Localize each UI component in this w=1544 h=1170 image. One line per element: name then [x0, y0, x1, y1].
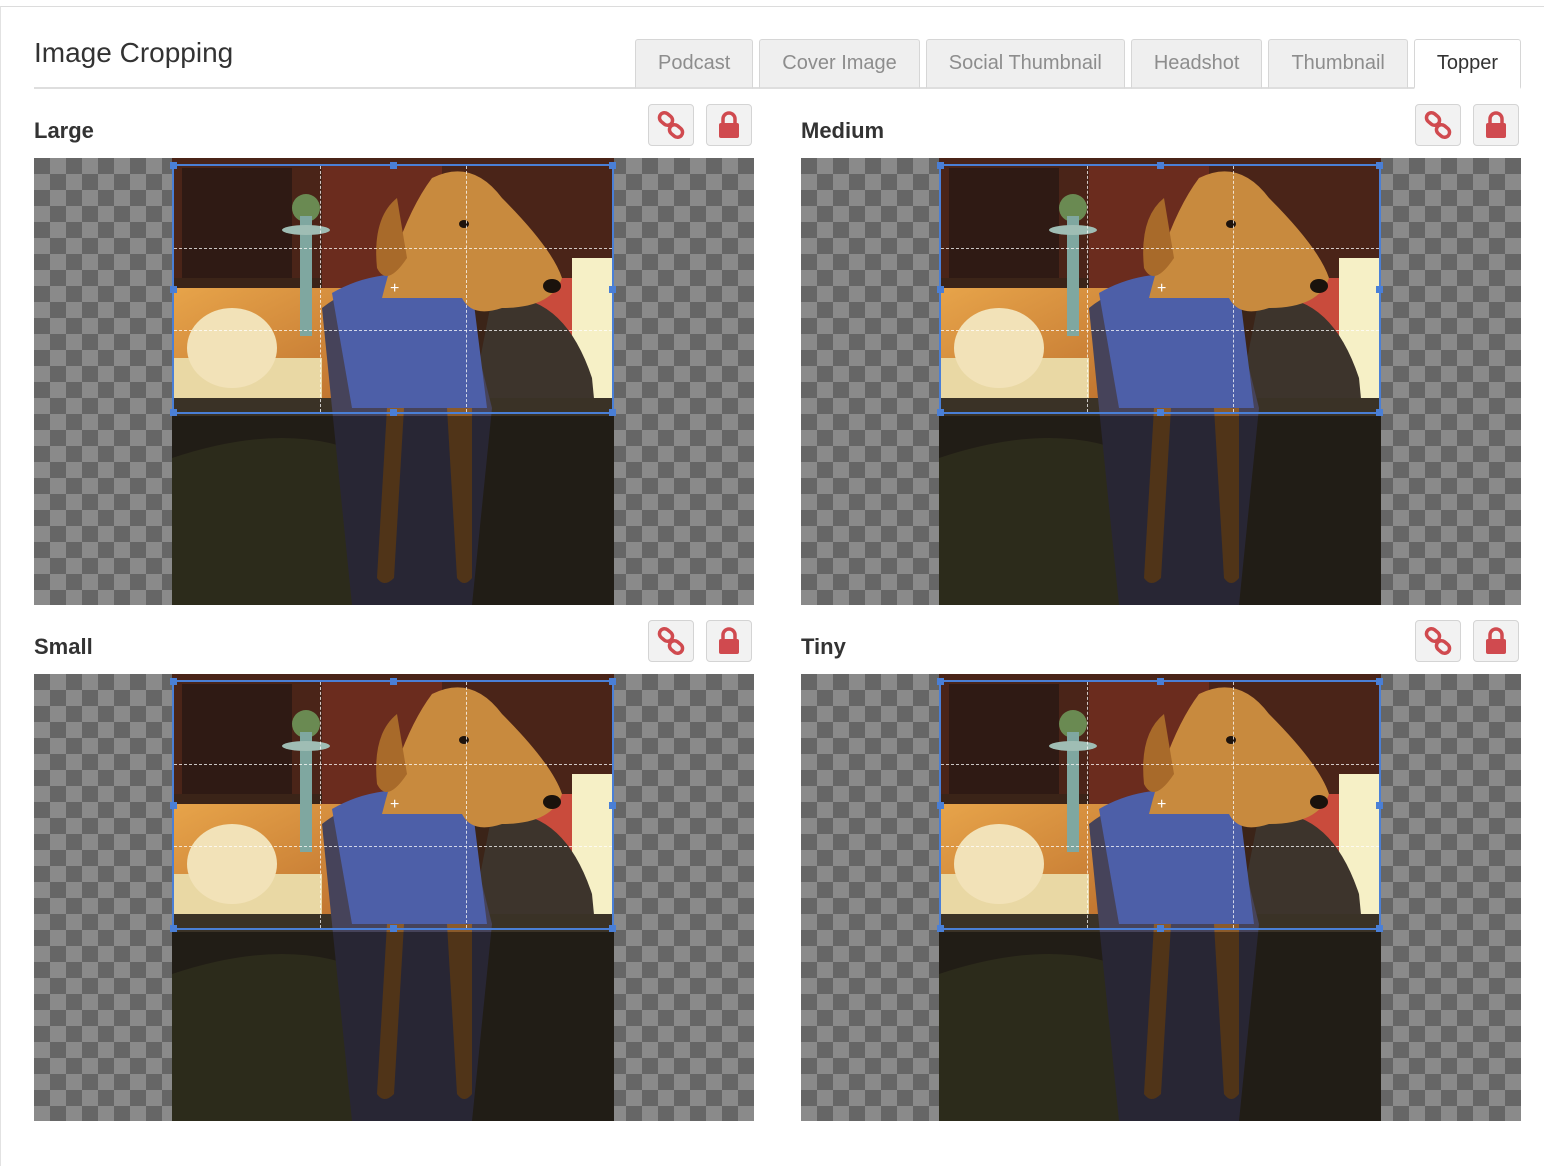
cropper-large: Large +: [34, 104, 754, 624]
crop-center-marker: +: [1157, 280, 1167, 297]
crop-center-marker: +: [390, 796, 400, 813]
crop-guide-line: [320, 682, 321, 928]
crop-guide-line: [174, 248, 612, 249]
lock-button[interactable]: [1473, 104, 1519, 146]
crop-guide-line: [1233, 166, 1234, 412]
cropper-label: Small: [34, 634, 93, 659]
crop-handle-ne[interactable]: [1376, 678, 1383, 685]
crop-handle-ne[interactable]: [609, 678, 616, 685]
lock-icon: [1486, 111, 1506, 138]
crop-handle-w[interactable]: [937, 286, 944, 293]
crop-guide-line: [466, 682, 467, 928]
crop-canvas[interactable]: +: [34, 674, 754, 1121]
link-button[interactable]: [648, 620, 694, 662]
link-icon: [1424, 110, 1452, 140]
crop-guide-line: [466, 166, 467, 412]
link-button[interactable]: [1415, 620, 1461, 662]
crop-handle-se[interactable]: [1376, 409, 1383, 416]
crop-outside-shade: [939, 932, 1381, 1121]
crop-guide-line: [941, 764, 1379, 765]
tab-thumbnail[interactable]: Thumbnail: [1268, 39, 1408, 89]
crop-guide-line: [320, 166, 321, 412]
page-title: Image Cropping: [34, 37, 234, 68]
crop-handle-se[interactable]: [609, 925, 616, 932]
lock-icon: [1486, 627, 1506, 654]
crop-handle-nw[interactable]: [937, 162, 944, 169]
lock-icon: [719, 111, 739, 138]
cropper-label: Tiny: [801, 634, 846, 659]
cropper-medium: Medium +: [801, 104, 1521, 624]
crop-handle-s[interactable]: [390, 409, 397, 416]
cropper-small: Small +: [34, 620, 754, 1140]
crop-handle-se[interactable]: [609, 409, 616, 416]
crop-handle-w[interactable]: [170, 802, 177, 809]
cropper-label: Medium: [801, 118, 885, 143]
crop-guide-line: [941, 330, 1379, 331]
crop-handle-n[interactable]: [390, 162, 397, 169]
crop-guide-line: [174, 846, 612, 847]
link-button[interactable]: [648, 104, 694, 146]
crop-handle-n[interactable]: [1157, 678, 1164, 685]
crop-outside-shade: [939, 416, 1381, 605]
crop-handle-s[interactable]: [390, 925, 397, 932]
crop-center-marker: +: [1157, 796, 1167, 813]
crop-guide-line: [1087, 166, 1088, 412]
crop-handle-w[interactable]: [937, 802, 944, 809]
crop-guide-line: [941, 846, 1379, 847]
link-icon: [657, 110, 685, 140]
crop-selection-box[interactable]: +: [170, 678, 616, 932]
crop-selection-box[interactable]: +: [170, 162, 616, 416]
tab-social-thumbnail[interactable]: Social Thumbnail: [925, 39, 1125, 89]
crop-outside-shade: [172, 416, 614, 605]
crop-handle-sw[interactable]: [170, 925, 177, 932]
link-icon: [657, 626, 685, 656]
crop-canvas[interactable]: +: [801, 158, 1521, 605]
crop-handle-e[interactable]: [609, 286, 616, 293]
tab-topper[interactable]: Topper: [1413, 39, 1521, 89]
tab-cover-image[interactable]: Cover Image: [759, 39, 920, 89]
crop-guide-line: [1233, 682, 1234, 928]
crop-handle-w[interactable]: [170, 286, 177, 293]
crop-guide-line: [941, 248, 1379, 249]
crop-handle-nw[interactable]: [937, 678, 944, 685]
crop-handle-s[interactable]: [1157, 925, 1164, 932]
crop-tabs: Podcast Cover Image Social Thumbnail Hea…: [635, 39, 1521, 89]
crop-selection-box[interactable]: +: [937, 678, 1383, 932]
crop-handle-nw[interactable]: [170, 678, 177, 685]
crop-handle-sw[interactable]: [170, 409, 177, 416]
crop-handle-e[interactable]: [609, 802, 616, 809]
crop-handle-n[interactable]: [390, 678, 397, 685]
link-button[interactable]: [1415, 104, 1461, 146]
header: Image Cropping Podcast Cover Image Socia…: [34, 31, 1521, 89]
crop-guide-line: [174, 764, 612, 765]
tab-podcast[interactable]: Podcast: [635, 39, 754, 89]
tab-headshot[interactable]: Headshot: [1130, 39, 1263, 89]
lock-icon: [719, 627, 739, 654]
crop-handle-sw[interactable]: [937, 409, 944, 416]
cropper-tiny: Tiny +: [801, 620, 1521, 1140]
cropper-label: Large: [34, 118, 94, 143]
crop-selection-box[interactable]: +: [937, 162, 1383, 416]
crop-handle-se[interactable]: [1376, 925, 1383, 932]
crop-handle-n[interactable]: [1157, 162, 1164, 169]
crop-center-marker: +: [390, 280, 400, 297]
crop-handle-s[interactable]: [1157, 409, 1164, 416]
crop-guide-line: [1087, 682, 1088, 928]
crop-guide-line: [174, 330, 612, 331]
crop-handle-ne[interactable]: [1376, 162, 1383, 169]
crop-handle-e[interactable]: [1376, 802, 1383, 809]
crop-handle-sw[interactable]: [937, 925, 944, 932]
crop-canvas[interactable]: +: [34, 158, 754, 605]
lock-button[interactable]: [706, 104, 752, 146]
crop-handle-e[interactable]: [1376, 286, 1383, 293]
lock-button[interactable]: [1473, 620, 1519, 662]
crop-canvas[interactable]: +: [801, 674, 1521, 1121]
lock-button[interactable]: [706, 620, 752, 662]
crop-handle-nw[interactable]: [170, 162, 177, 169]
link-icon: [1424, 626, 1452, 656]
crop-outside-shade: [172, 932, 614, 1121]
crop-handle-ne[interactable]: [609, 162, 616, 169]
